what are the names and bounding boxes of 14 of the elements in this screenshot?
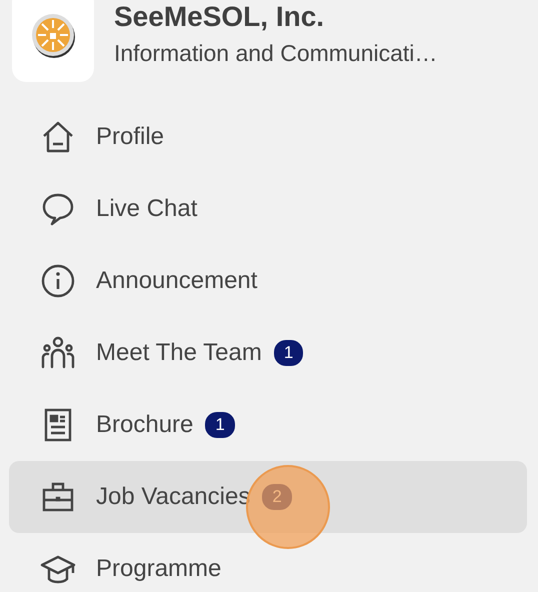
company-category: Information and Communicati…: [114, 40, 438, 67]
chat-bubble-icon: [40, 191, 76, 227]
info-icon: [40, 263, 76, 299]
menu-item[interactable]: Profile: [9, 101, 527, 173]
people-icon: [40, 335, 76, 371]
company-name: SeeMeSOL, Inc.: [114, 2, 326, 32]
menu-item[interactable]: Live Chat: [9, 173, 527, 245]
logo-icon: [29, 11, 77, 59]
menu-item[interactable]: Programme: [9, 533, 527, 592]
menu-item[interactable]: Announcement: [9, 245, 527, 317]
menu-item[interactable]: Meet The Team 1: [9, 317, 527, 389]
count-badge: 1: [205, 412, 235, 438]
menu-item[interactable]: Brochure 1: [9, 389, 527, 461]
count-badge: 1: [274, 340, 304, 366]
